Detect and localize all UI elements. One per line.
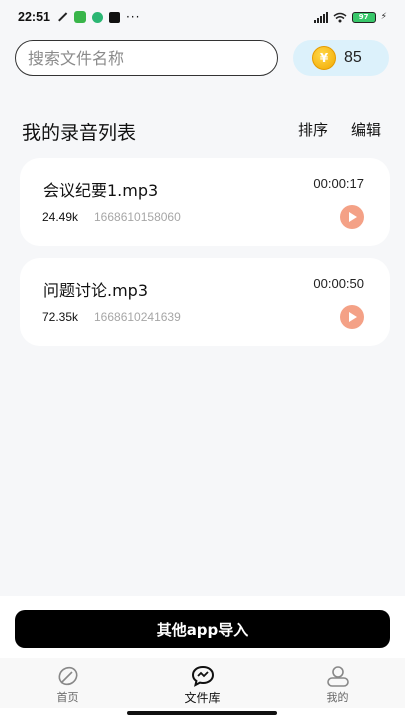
- play-button[interactable]: [340, 205, 364, 229]
- tiktok-icon: [108, 11, 120, 23]
- recording-duration: 00:00:17: [313, 176, 364, 191]
- page-title: 我的录音列表: [22, 122, 137, 144]
- wechat-icon: [73, 11, 86, 23]
- tab-label: 首页: [56, 691, 79, 704]
- recording-card[interactable]: 问题讨论.mp3 00:00:50 72.35k 1668610241639: [20, 258, 390, 346]
- play-button[interactable]: [340, 305, 364, 329]
- tab-mine[interactable]: 我的: [270, 658, 405, 708]
- signal-icon: [313, 11, 328, 23]
- recording-timestamp: 1668610241639: [94, 310, 181, 324]
- coin-balance[interactable]: ¥ 85: [293, 40, 389, 76]
- sort-button[interactable]: 排序: [298, 119, 328, 140]
- coin-count: 85: [344, 49, 362, 66]
- search-box[interactable]: [15, 40, 278, 76]
- home-indicator: [127, 711, 277, 715]
- recording-card[interactable]: 会议纪要1.mp3 00:00:17 24.49k 1668610158060: [20, 158, 390, 246]
- coin-icon: ¥: [312, 46, 336, 70]
- wifi-icon: [333, 12, 347, 22]
- chat-icon: [191, 665, 214, 687]
- tab-bar: 首页 文件库 我的: [0, 658, 405, 708]
- recording-name: 会议纪要1.mp3: [43, 181, 159, 200]
- recording-duration: 00:00:50: [313, 276, 364, 291]
- battery-icon: 97: [351, 11, 376, 23]
- recording-name: 问题讨论.mp3: [43, 281, 149, 300]
- charging-icon: ⚡: [380, 12, 387, 22]
- recording-size: 24.49k: [42, 210, 79, 224]
- status-bar: 22:51 ··· 97 ⚡: [0, 0, 405, 34]
- edit-button[interactable]: 编辑: [351, 119, 381, 140]
- status-right: 97 ⚡: [313, 11, 387, 23]
- notification-muted-icon: [56, 11, 68, 23]
- play-icon: [349, 212, 357, 222]
- play-icon: [349, 312, 357, 322]
- tab-home[interactable]: 首页: [0, 658, 135, 708]
- status-time: 22:51: [18, 10, 50, 24]
- app-notification-icon: [91, 11, 103, 23]
- recording-timestamp: 1668610158060: [94, 210, 181, 224]
- recording-size: 72.35k: [42, 310, 79, 324]
- import-from-other-app-button[interactable]: 其他app导入: [15, 610, 390, 648]
- more-notifications-icon: ···: [125, 10, 141, 24]
- tab-library[interactable]: 文件库: [135, 658, 270, 708]
- search-input[interactable]: [28, 48, 265, 68]
- tab-label: 文件库: [184, 691, 221, 705]
- profile-icon: [326, 666, 349, 687]
- tab-label: 我的: [326, 691, 349, 704]
- status-left: 22:51 ···: [18, 10, 140, 24]
- leaf-icon: [58, 666, 77, 686]
